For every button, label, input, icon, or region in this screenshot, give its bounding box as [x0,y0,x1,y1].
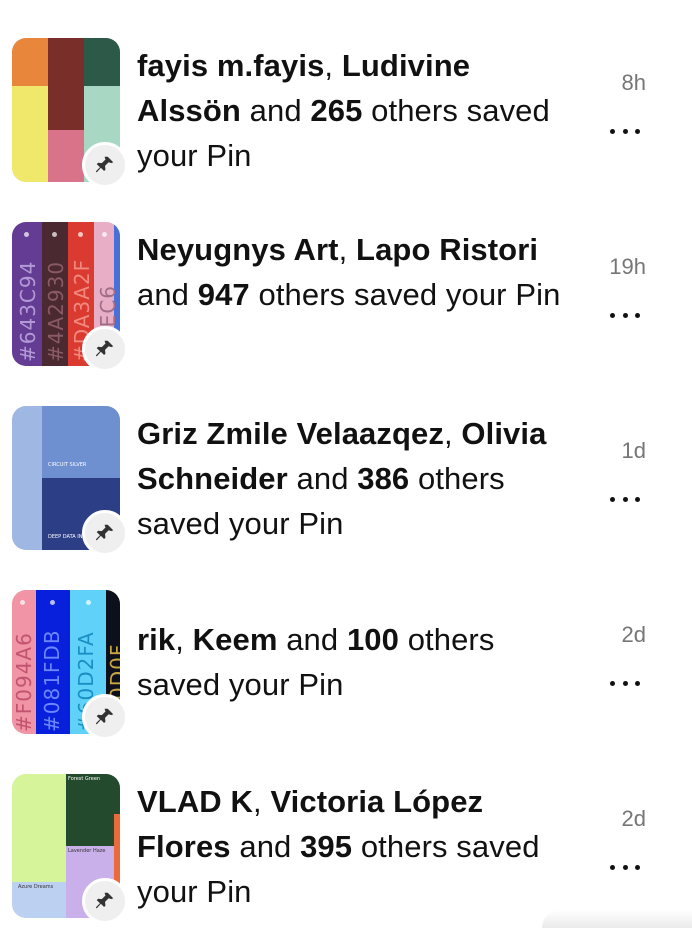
swatch-label: Forest Green [68,776,101,782]
swatch-label: Lavender Haze [68,848,106,854]
swatch-label: #4A2930 [44,260,68,362]
pin-icon [82,510,128,556]
pin-icon [82,878,128,924]
notification-text: Neyugnys Art, Lapo Ristori and 947 other… [137,232,561,312]
pin-icon [82,326,128,372]
notification-item[interactable]: CIRCUIT SILVER DEEP DATA INDI Griz Zmile… [0,368,692,556]
timestamp: 1d [621,438,646,463]
more-options-icon[interactable] [610,861,640,873]
more-options-icon[interactable] [610,125,640,137]
swatch-label: CIRCUIT SILVER [48,462,87,468]
more-options-icon[interactable] [610,309,640,321]
notification-item[interactable]: fayis m.fayis, Ludivine Alssön and 265 o… [0,0,692,188]
swatch-label: Azure Dreams [18,884,54,890]
swatch-label: #643C94 [16,260,40,362]
notification-item[interactable]: #F094A6 #081FDB #60D2FA 0D0F rik, Keem a… [0,552,692,740]
pin-icon [82,142,128,188]
notification-text: VLAD K, Victoria López Flores and 395 ot… [137,784,540,909]
swatch-label: #081FDB [40,629,64,732]
bottom-edge-shadow [542,910,692,928]
swatch-label: #F094A6 [12,632,36,732]
more-options-icon[interactable] [610,677,640,689]
more-options-icon[interactable] [610,493,640,505]
timestamp: 2d [621,622,646,647]
timestamp: 8h [621,70,646,95]
notification-text: Griz Zmile Velaazqez, Olivia Schneider a… [137,416,547,541]
timestamp: 19h [609,254,646,279]
timestamp: 2d [621,806,646,831]
notification-item[interactable]: Forest Green Lavender Haze Azure Dreams … [0,736,692,924]
swatch-label: 0D0F [106,643,120,700]
notification-text: rik, Keem and 100 others saved your Pin [137,622,495,702]
notification-text: fayis m.fayis, Ludivine Alssön and 265 o… [137,48,550,173]
notification-item[interactable]: #643C94 #4A2930 #DA3A2F AEC6 Neyugnys Ar… [0,184,692,372]
pin-icon [82,694,128,740]
